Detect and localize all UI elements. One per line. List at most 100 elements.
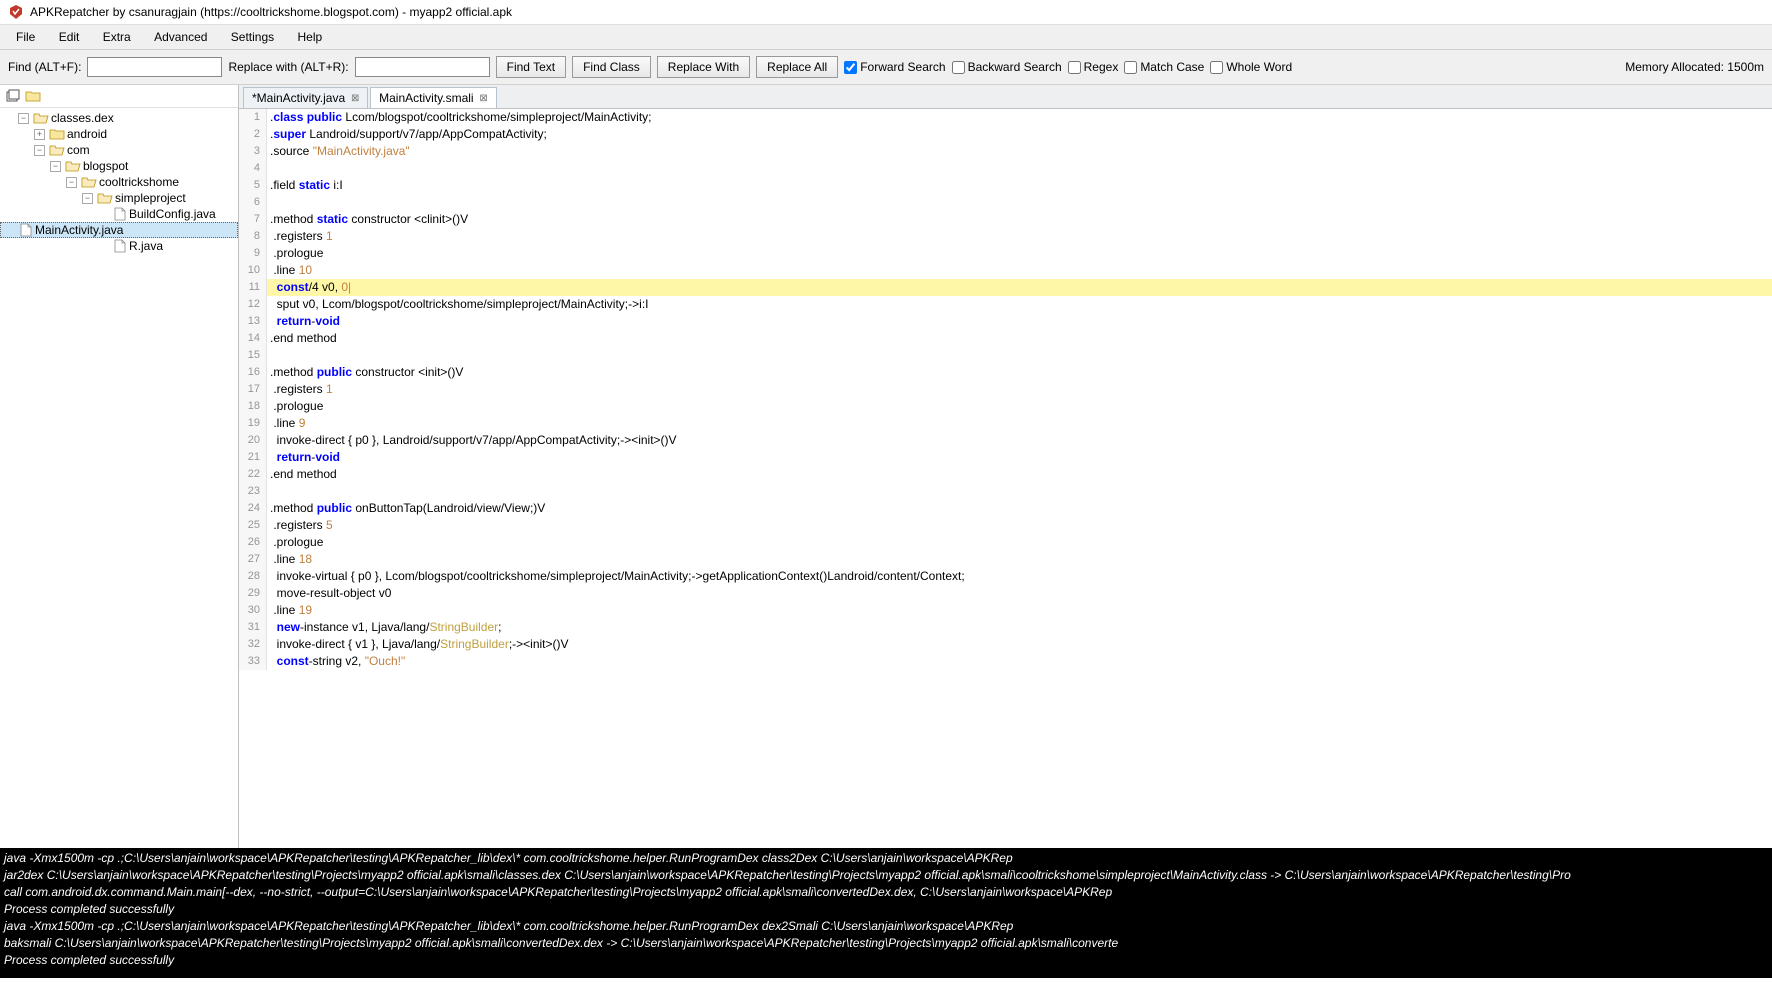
wholeword-checkbox[interactable]: Whole Word (1210, 60, 1292, 74)
replace-input[interactable] (355, 57, 490, 77)
line-number: 9 (239, 245, 267, 262)
menubar: File Edit Extra Advanced Settings Help (0, 25, 1772, 50)
menu-extra[interactable]: Extra (93, 27, 141, 47)
line-number: 24 (239, 500, 267, 517)
tree-label: classes.dex (51, 111, 114, 125)
line-number: 33 (239, 653, 267, 670)
console-line: java -Xmx1500m -cp .;C:\Users\anjain\wor… (4, 850, 1768, 867)
titlebar: APKRepatcher by csanuragjain (https://co… (0, 0, 1772, 25)
tree-node-blogspot[interactable]: − blogspot (0, 158, 238, 174)
code-editor[interactable]: 1.class public Lcom/blogspot/cooltricksh… (239, 109, 1772, 848)
line-number: 22 (239, 466, 267, 483)
tree-toggle-icon[interactable]: − (66, 177, 77, 188)
line-number: 5 (239, 177, 267, 194)
folder-open-icon (65, 159, 81, 173)
tree-panel: −classes.dex +android −com −blogspot −co… (0, 85, 239, 848)
matchcase-label: Match Case (1140, 60, 1204, 74)
forward-search-checkbox[interactable]: Forward Search (844, 60, 945, 74)
tree-label: android (67, 127, 107, 141)
tree-label: com (67, 143, 90, 157)
backward-search-checkbox[interactable]: Backward Search (952, 60, 1062, 74)
line-number: 10 (239, 262, 267, 279)
menu-edit[interactable]: Edit (49, 27, 90, 47)
find-class-button[interactable]: Find Class (572, 56, 651, 78)
expand-tree-icon[interactable] (24, 87, 42, 105)
line-number: 19 (239, 415, 267, 432)
line-number: 27 (239, 551, 267, 568)
menu-settings[interactable]: Settings (221, 27, 284, 47)
tree-spacer (98, 241, 109, 252)
tree-label: R.java (129, 239, 163, 253)
collapse-all-icon[interactable] (4, 87, 22, 105)
backward-search-label: Backward Search (968, 60, 1062, 74)
tree-node-buildconfig[interactable]: BuildConfig.java (0, 206, 238, 222)
line-number: 1 (239, 109, 267, 126)
folder-open-icon (49, 143, 65, 157)
replace-label: Replace with (ALT+R): (228, 60, 348, 74)
line-number: 15 (239, 347, 267, 364)
close-icon[interactable]: ⊠ (349, 92, 361, 104)
tree-spacer (98, 209, 109, 220)
line-number: 14 (239, 330, 267, 347)
tree-node-cooltrickshome[interactable]: −cooltrickshome (0, 174, 238, 190)
line-number: 18 (239, 398, 267, 415)
console-line: java -Xmx1500m -cp .;C:\Users\anjain\wor… (4, 918, 1768, 935)
close-icon[interactable]: ⊠ (478, 92, 490, 104)
console-line: baksmali C:\Users\anjain\workspace\APKRe… (4, 935, 1768, 952)
folder-open-icon (97, 191, 113, 205)
line-number: 16 (239, 364, 267, 381)
folder-open-icon (33, 111, 49, 125)
tree-node-com[interactable]: − com (0, 142, 238, 158)
line-number: 21 (239, 449, 267, 466)
matchcase-checkbox[interactable]: Match Case (1124, 60, 1204, 74)
folder-icon (49, 127, 65, 141)
tree-toggle-icon[interactable]: − (82, 193, 93, 204)
replace-all-button[interactable]: Replace All (756, 56, 838, 78)
tree-toggle-icon[interactable]: − (50, 161, 61, 172)
tree-spacer (4, 225, 15, 236)
tree-toggle-icon[interactable]: − (34, 145, 45, 156)
line-number: 17 (239, 381, 267, 398)
console-line: Process completed successfully (4, 952, 1768, 969)
regex-checkbox[interactable]: Regex (1068, 60, 1119, 74)
tree-node-simpleproject[interactable]: −simpleproject (0, 190, 238, 206)
tree-node-android[interactable]: + android (0, 126, 238, 142)
tab-mainactivity-java[interactable]: *MainActivity.java ⊠ (243, 87, 368, 108)
tree-toggle-icon[interactable]: − (18, 113, 29, 124)
find-text-button[interactable]: Find Text (496, 56, 566, 78)
wholeword-label: Whole Word (1226, 60, 1292, 74)
line-number: 30 (239, 602, 267, 619)
tab-mainactivity-smali[interactable]: MainActivity.smali ⊠ (370, 87, 496, 108)
line-number: 13 (239, 313, 267, 330)
line-number: 26 (239, 534, 267, 551)
line-number: 3 (239, 143, 267, 160)
find-label: Find (ALT+F): (8, 60, 81, 74)
line-number: 29 (239, 585, 267, 602)
line-number: 2 (239, 126, 267, 143)
regex-label: Regex (1084, 60, 1119, 74)
console-line: jar2dex C:\Users\anjain\workspace\APKRep… (4, 867, 1768, 884)
file-icon (19, 223, 33, 237)
folder-open-icon (81, 175, 97, 189)
find-input[interactable] (87, 57, 222, 77)
line-number: 31 (239, 619, 267, 636)
line-number: 11 (239, 279, 267, 296)
replace-with-button[interactable]: Replace With (657, 56, 750, 78)
tree-button-bar (0, 85, 238, 108)
line-number: 6 (239, 194, 267, 211)
menu-advanced[interactable]: Advanced (144, 27, 217, 47)
tree-label: blogspot (83, 159, 128, 173)
tree-node-classes-dex[interactable]: − classes.dex (0, 110, 238, 126)
line-number: 4 (239, 160, 267, 177)
tree-node-mainactivity[interactable]: MainActivity.java (0, 222, 238, 238)
tree-toggle-icon[interactable]: + (34, 129, 45, 140)
tab-label: MainActivity.smali (379, 91, 473, 105)
line-number: 7 (239, 211, 267, 228)
line-number: 8 (239, 228, 267, 245)
line-number: 20 (239, 432, 267, 449)
menu-file[interactable]: File (6, 27, 45, 47)
tree-node-r[interactable]: R.java (0, 238, 238, 254)
menu-help[interactable]: Help (288, 27, 333, 47)
line-number: 32 (239, 636, 267, 653)
tab-label: *MainActivity.java (252, 91, 345, 105)
